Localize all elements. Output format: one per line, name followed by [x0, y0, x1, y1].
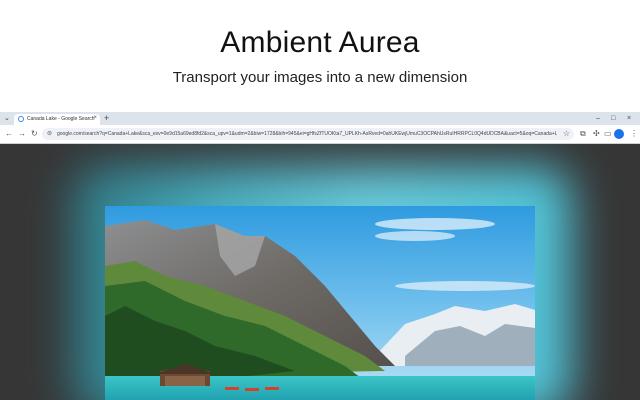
tab-title: Canada Lake - Google Search	[27, 116, 95, 122]
tab-close-icon[interactable]: ×	[93, 114, 97, 123]
hero-section: Ambient Aurea Transport your images into…	[0, 0, 640, 112]
menu-icon[interactable]: ⋮	[630, 128, 638, 140]
google-favicon-icon	[18, 116, 24, 122]
extension-icon[interactable]: ⧉	[580, 128, 586, 140]
page-title: Ambient Aurea	[220, 26, 420, 59]
window-close-icon[interactable]: ×	[627, 112, 631, 125]
page-subtitle: Transport your images into a new dimensi…	[172, 69, 468, 86]
lake-photo-svg	[105, 206, 535, 400]
new-tab-button[interactable]: +	[104, 112, 109, 125]
side-panel-icon[interactable]: ▭	[604, 128, 612, 140]
reload-icon[interactable]: ↻	[31, 128, 38, 140]
page-viewport	[0, 144, 640, 400]
puzzle-icon[interactable]: ✣	[593, 128, 600, 140]
forward-icon[interactable]: →	[18, 128, 26, 140]
profile-avatar[interactable]	[614, 129, 624, 139]
tab-list-icon[interactable]: ⌄	[4, 113, 10, 124]
maximize-icon[interactable]: □	[611, 112, 615, 125]
bookmark-star-icon[interactable]: ☆	[563, 128, 570, 140]
tab-canada-lake[interactable]: Canada Lake - Google Search ×	[14, 114, 100, 125]
lake-photo[interactable]	[105, 206, 535, 400]
back-icon[interactable]: ←	[5, 128, 13, 140]
address-bar[interactable]: ⊜ google.com/search?q=Canada+Lake&sca_es…	[42, 128, 574, 140]
tab-strip: ⌄ Canada Lake - Google Search × + – □ ×	[0, 112, 640, 125]
site-info-icon[interactable]: ⊜	[47, 128, 52, 140]
browser-toolbar: ← → ↻ ⊜ google.com/search?q=Canada+Lake&…	[0, 125, 640, 144]
browser-window: ⌄ Canada Lake - Google Search × + – □ × …	[0, 112, 640, 400]
address-url[interactable]: google.com/search?q=Canada+Lake&sca_esv=…	[57, 128, 557, 140]
minimize-icon[interactable]: –	[596, 112, 600, 125]
